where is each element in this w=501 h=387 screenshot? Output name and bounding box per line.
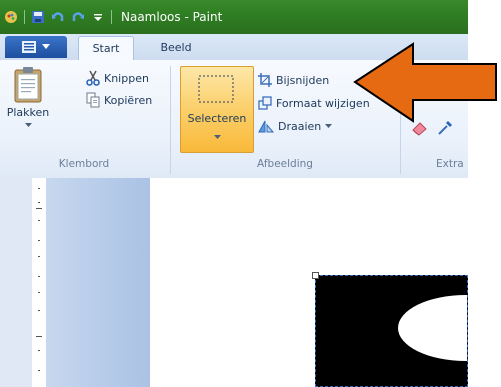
scissors-icon	[86, 70, 100, 86]
crop-icon	[258, 73, 272, 87]
undo-icon[interactable]	[51, 10, 65, 24]
clipboard-icon	[14, 67, 42, 103]
select-label: Selecteren	[187, 112, 247, 125]
ruler-ticks	[36, 188, 42, 371]
tab-start[interactable]: Start	[78, 36, 134, 60]
file-menu-button[interactable]	[5, 36, 67, 58]
crop-button[interactable]: Bijsnijden	[258, 70, 329, 90]
paint-window: Naamloos - Paint Start Beeld Plakken Kni…	[0, 0, 468, 387]
color-picker-icon[interactable]	[437, 120, 453, 136]
copy-label: Kopiëren	[104, 93, 153, 107]
image-on-canvas[interactable]	[315, 275, 468, 387]
selection-rectangle-icon	[198, 75, 234, 103]
paste-button[interactable]: Plakken	[6, 66, 50, 128]
group-label-afbeelding: Afbeelding	[257, 158, 313, 170]
crop-label: Bijsnijden	[276, 73, 330, 87]
ribbon-tab-strip: Start Beeld	[0, 34, 468, 61]
resize-icon	[258, 96, 272, 110]
eraser-icon[interactable]	[411, 120, 429, 136]
select-button[interactable]: Selecteren	[180, 66, 254, 153]
rotate-icon	[258, 120, 274, 133]
chevron-down-icon	[24, 123, 32, 127]
qat-separator	[111, 10, 112, 24]
file-menu-icon	[22, 41, 36, 53]
group-label-extra: Extra	[436, 158, 464, 170]
customize-qat-icon[interactable]	[91, 10, 105, 24]
qat-separator	[24, 10, 25, 24]
cut-label: Knippen	[104, 71, 149, 85]
redo-icon[interactable]	[71, 10, 85, 24]
save-icon[interactable]	[31, 10, 45, 24]
group-separator	[400, 66, 401, 174]
resize-handle[interactable]	[312, 272, 319, 279]
copy-icon	[86, 92, 100, 108]
copy-button[interactable]: Kopiëren	[86, 90, 152, 110]
paint-app-icon[interactable]	[4, 10, 18, 24]
resize-button[interactable]: Formaat wijzigen	[258, 93, 370, 113]
rotate-label: Draaien	[278, 119, 322, 133]
window-title: Naamloos - Paint	[121, 10, 223, 24]
white-ellipse-shape	[398, 295, 467, 361]
paste-label: Plakken	[6, 106, 50, 119]
quick-access-toolbar: Naamloos - Paint	[4, 10, 222, 24]
tab-beeld[interactable]: Beeld	[148, 36, 204, 59]
chevron-down-icon	[325, 123, 333, 128]
left-band	[0, 178, 32, 387]
ribbon: Plakken Knippen Kopiëren Klembord Select…	[0, 60, 468, 179]
title-bar: Naamloos - Paint	[0, 0, 468, 34]
vertical-ruler	[32, 178, 47, 387]
resize-label: Formaat wijzigen	[276, 96, 370, 110]
group-label-klembord: Klembord	[58, 158, 110, 170]
rotate-button[interactable]: Draaien	[258, 116, 333, 136]
side-panel	[46, 178, 150, 387]
cut-button[interactable]: Knippen	[86, 68, 149, 88]
chevron-down-icon	[42, 44, 50, 49]
chevron-down-icon	[214, 135, 221, 139]
extra-tools	[411, 118, 453, 138]
